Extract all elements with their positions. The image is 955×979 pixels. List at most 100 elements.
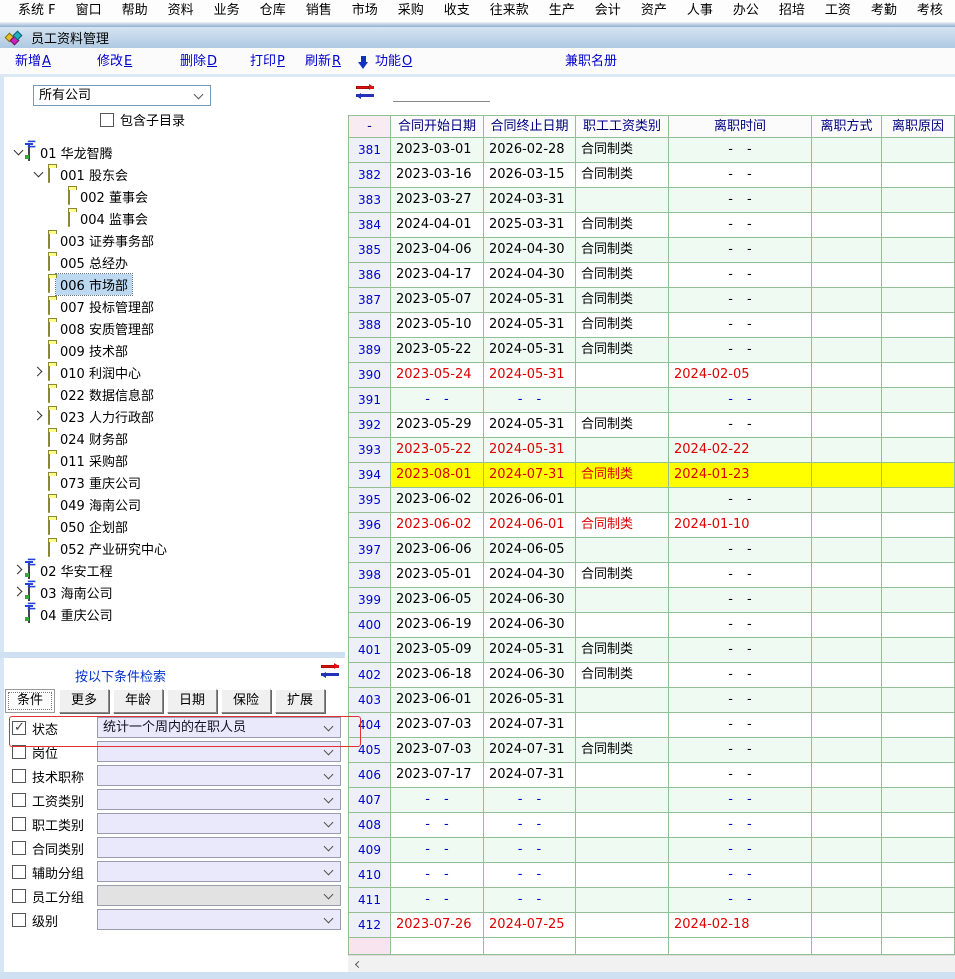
filter-select-状态[interactable]: 统计一个周内的在职人员 <box>97 717 341 738</box>
filter-checkbox-工资类别[interactable] <box>12 793 26 807</box>
tree-item-005 总经办[interactable]: 005 总经办 <box>6 251 343 273</box>
include-subdirectory-checkbox[interactable] <box>100 113 114 127</box>
scroll-left-button[interactable] <box>348 956 365 972</box>
tree-expander-icon[interactable] <box>12 563 26 577</box>
menu-item-销售[interactable]: 销售 <box>296 0 342 22</box>
table-row[interactable]: 3832023-03-272024-03-31- - <box>349 188 955 213</box>
column-header-合同终止日期[interactable]: 合同终止日期 <box>484 116 576 138</box>
swap-icon[interactable] <box>356 85 374 98</box>
filter-select-职工类别[interactable] <box>97 813 341 834</box>
tree-expander-icon[interactable] <box>12 585 26 599</box>
tree-item-01 华龙智腾[interactable]: 01 华龙智腾 <box>6 141 343 163</box>
menu-item-考勤[interactable]: 考勤 <box>861 0 907 22</box>
filter-checkbox-技术职称[interactable] <box>12 769 26 783</box>
toolbar-button-修改[interactable]: 修改E <box>97 52 132 72</box>
tree-expander-icon[interactable] <box>12 145 26 159</box>
menu-item-生产[interactable]: 生产 <box>539 0 585 22</box>
filter-select-工资类别[interactable] <box>97 789 341 810</box>
tree-expander-icon[interactable] <box>32 167 46 181</box>
table-row[interactable]: 3992023-06-052024-06-30- - <box>349 588 955 613</box>
column-header-离职时间[interactable]: 离职时间 <box>669 116 812 138</box>
include-subdirectory-row[interactable]: 包含子目录 <box>100 110 185 129</box>
tree-item-003 证券事务部[interactable]: 003 证券事务部 <box>6 229 343 251</box>
table-row[interactable]: 4002023-06-192024-06-30- - <box>349 613 955 638</box>
table-row[interactable]: 4122023-07-262024-07-252024-02-18 <box>349 913 955 938</box>
tree-item-009 技术部[interactable]: 009 技术部 <box>6 339 343 361</box>
table-row[interactable]: 4062023-07-172024-07-31- - <box>349 763 955 788</box>
toolbar-button-新增[interactable]: 新增A <box>15 52 51 72</box>
filter-checkbox-级别[interactable] <box>12 913 26 927</box>
tree-item-004 监事会[interactable]: 004 监事会 <box>6 207 343 229</box>
tree-item-001 股东会[interactable]: 001 股东会 <box>6 163 343 185</box>
tree-item-052 产业研究中心[interactable]: 052 产业研究中心 <box>6 537 343 559</box>
menu-item-窗口[interactable]: 窗口 <box>66 0 112 22</box>
part-time-roster-label[interactable]: 兼职名册 <box>565 52 617 72</box>
tree-expander-icon[interactable] <box>32 365 46 379</box>
table-row[interactable]: 3952023-06-022026-06-01- - <box>349 488 955 513</box>
menu-item-工资[interactable]: 工资 <box>815 0 861 22</box>
menu-item-仓库[interactable]: 仓库 <box>250 0 296 22</box>
table-row[interactable]: 4022023-06-182024-06-30合同制类- - <box>349 663 955 688</box>
table-row[interactable]: 4052023-07-032024-07-31合同制类- - <box>349 738 955 763</box>
table-row[interactable]: 408- -- -- - <box>349 813 955 838</box>
filter-checkbox-辅助分组[interactable] <box>12 865 26 879</box>
menu-item-市场[interactable]: 市场 <box>342 0 388 22</box>
table-row[interactable]: 3932023-05-222024-05-312024-02-22 <box>349 438 955 463</box>
menu-item-考核[interactable]: 考核 <box>907 0 953 22</box>
company-select[interactable]: 所有公司 <box>33 85 211 106</box>
table-row[interactable]: 411- -- -- - <box>349 888 955 913</box>
swap-icon[interactable] <box>321 664 339 677</box>
table-row[interactable]: 3882023-05-102024-05-31合同制类- - <box>349 313 955 338</box>
table-row[interactable]: 3982023-05-012024-04-30合同制类- - <box>349 563 955 588</box>
toolbar-button-打印[interactable]: 打印P <box>250 52 285 72</box>
tree-item-02 华安工程[interactable]: 02 华安工程 <box>6 559 343 581</box>
table-row[interactable]: 3862023-04-172024-04-30合同制类- - <box>349 263 955 288</box>
table-row[interactable]: 3822023-03-162026-03-15合同制类- - <box>349 163 955 188</box>
toolbar-button-功能[interactable]: 功能O <box>358 52 412 72</box>
menu-item-业务[interactable]: 业务 <box>204 0 250 22</box>
table-row[interactable]: 407- -- -- - <box>349 788 955 813</box>
table-row[interactable]: 3922023-05-292024-05-31合同制类- - <box>349 413 955 438</box>
table-row[interactable]: 391- -- -- - <box>349 388 955 413</box>
table-row[interactable]: 3972023-06-062024-06-05- - <box>349 538 955 563</box>
column-header-职工工资类别[interactable]: 职工工资类别 <box>576 116 669 138</box>
menu-item-资产[interactable]: 资产 <box>631 0 677 22</box>
filter-select-合同类别[interactable] <box>97 837 341 858</box>
tree-item-03 海南公司[interactable]: 03 海南公司 <box>6 581 343 603</box>
filter-checkbox-岗位[interactable] <box>12 745 26 759</box>
table-row[interactable]: 3892023-05-222024-05-31合同制类- - <box>349 338 955 363</box>
filter-checkbox-状态[interactable] <box>12 721 26 735</box>
table-row[interactable]: 4042023-07-032024-07-31- - <box>349 713 955 738</box>
filter-tab-年龄[interactable]: 年龄 <box>113 689 163 713</box>
tree-item-024 财务部[interactable]: 024 财务部 <box>6 427 343 449</box>
tree-item-050 企划部[interactable]: 050 企划部 <box>6 515 343 537</box>
tree-item-011 采购部[interactable]: 011 采购部 <box>6 449 343 471</box>
filter-select-员工分组[interactable] <box>97 885 341 906</box>
filter-select-级别[interactable] <box>97 909 341 930</box>
column-header-离职原因[interactable]: 离职原因 <box>882 116 955 138</box>
filter-select-辅助分组[interactable] <box>97 861 341 882</box>
filter-checkbox-合同类别[interactable] <box>12 841 26 855</box>
menu-item-办公[interactable]: 办公 <box>723 0 769 22</box>
menu-item-采购[interactable]: 采购 <box>388 0 434 22</box>
filter-tab-扩展[interactable]: 扩展 <box>275 689 325 713</box>
tree-item-049 海南公司[interactable]: 049 海南公司 <box>6 493 343 515</box>
table-row[interactable]: 3852023-04-062024-04-30合同制类- - <box>349 238 955 263</box>
filter-tab-更多[interactable]: 更多 <box>59 689 109 713</box>
table-row[interactable]: 3942023-08-012024-07-31合同制类2024-01-23 <box>349 463 955 488</box>
tree-item-008 安质管理部[interactable]: 008 安质管理部 <box>6 317 343 339</box>
menu-item-往来款[interactable]: 往来款 <box>480 0 539 22</box>
tree-item-022 数据信息部[interactable]: 022 数据信息部 <box>6 383 343 405</box>
menu-item-收支[interactable]: 收支 <box>434 0 480 22</box>
toolbar-button-删除[interactable]: 删除D <box>180 52 217 72</box>
toolbar-button-刷新[interactable]: 刷新R <box>305 52 341 72</box>
filter-tab-条件[interactable]: 条件 <box>5 689 55 713</box>
tree-item-006 市场部[interactable]: 006 市场部 <box>6 273 343 295</box>
tree-item-04 重庆公司[interactable]: 04 重庆公司 <box>6 603 343 625</box>
tree-item-002 董事会[interactable]: 002 董事会 <box>6 185 343 207</box>
menu-item-会计[interactable]: 会计 <box>585 0 631 22</box>
filter-select-技术职称[interactable] <box>97 765 341 786</box>
column-header-离职方式[interactable]: 离职方式 <box>812 116 882 138</box>
filter-tab-保险[interactable]: 保险 <box>221 689 271 713</box>
table-row[interactable]: 3812023-03-012026-02-28合同制类- - <box>349 138 955 163</box>
